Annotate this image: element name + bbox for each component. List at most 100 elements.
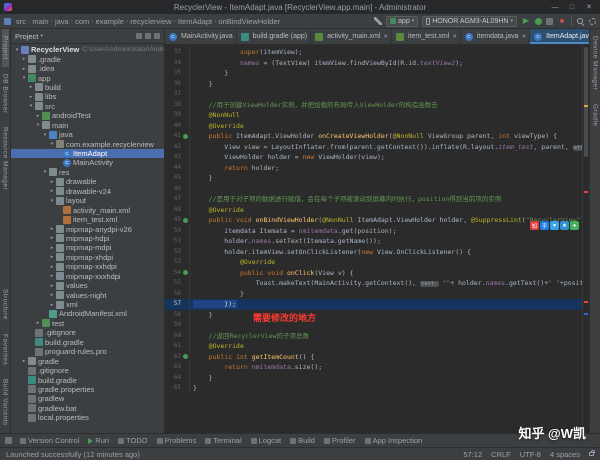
tree-item-gradle[interactable]: ▸gradle bbox=[11, 356, 164, 365]
line-number[interactable]: 38 bbox=[165, 100, 181, 111]
tree-collapse-icon[interactable]: ▾ bbox=[14, 47, 20, 53]
code-line[interactable]: 44 return holder; bbox=[165, 163, 582, 174]
line-number[interactable]: 58 bbox=[165, 310, 181, 321]
line-number[interactable]: 40 bbox=[165, 121, 181, 132]
override-gutter-icon[interactable] bbox=[183, 218, 188, 223]
tree-collapse-icon[interactable]: ▾ bbox=[49, 141, 55, 147]
editor-scrollbar[interactable] bbox=[582, 45, 589, 433]
tool-button-terminal[interactable]: Terminal bbox=[205, 436, 241, 445]
tool-button-todo[interactable]: TODO bbox=[118, 436, 148, 445]
tree-collapse-icon[interactable]: ▾ bbox=[21, 75, 27, 81]
breadcrumb-item-src[interactable]: src bbox=[15, 17, 27, 26]
tree-expand-icon[interactable]: ▸ bbox=[49, 226, 55, 232]
line-number[interactable]: 57 bbox=[165, 299, 181, 310]
tree-item-mipmap-anydpi-v26[interactable]: ▸mipmap-anydpi-v26 bbox=[11, 224, 164, 233]
line-number[interactable]: 45 bbox=[165, 173, 181, 184]
tab-build-gradle-app[interactable]: build.gradle (app) bbox=[237, 29, 311, 44]
collapse-all-icon[interactable] bbox=[145, 33, 151, 39]
code-line[interactable]: 43 ViewHolder holder = new ViewHolder(vi… bbox=[165, 152, 582, 163]
tree-item-mipmap-xxxhdpi[interactable]: ▸mipmap-xxxhdpi bbox=[11, 272, 164, 281]
locate-file-icon[interactable] bbox=[136, 33, 142, 39]
tree-item-gradle-properties[interactable]: gradle.properties bbox=[11, 385, 164, 394]
code-line[interactable]: 65} bbox=[165, 383, 582, 394]
tree-item-local-properties[interactable]: local.properties bbox=[11, 413, 164, 422]
code-line[interactable]: 62 public int getItemCount() { bbox=[165, 352, 582, 363]
tree-item-drawable[interactable]: ▸drawable bbox=[11, 177, 164, 186]
tool-button-version-control[interactable]: Version Control bbox=[20, 436, 79, 445]
line-number[interactable]: 36 bbox=[165, 79, 181, 90]
tree-item-item-test-xml[interactable]: item_test.xml bbox=[11, 215, 164, 224]
tree-item-libs[interactable]: ▸libs bbox=[11, 92, 164, 101]
tree-item-layout[interactable]: ▾layout bbox=[11, 196, 164, 205]
tree-item-values-night[interactable]: ▸values-night bbox=[11, 290, 164, 299]
scrollbar-thumb[interactable] bbox=[584, 47, 588, 157]
tree-item-values[interactable]: ▸values bbox=[11, 281, 164, 290]
tree-expand-icon[interactable]: ▸ bbox=[28, 84, 34, 90]
tree-expand-icon[interactable]: ▸ bbox=[49, 188, 55, 194]
toolwindow-toggle-icon[interactable] bbox=[5, 437, 12, 444]
code-line[interactable]: 46 bbox=[165, 184, 582, 195]
override-gutter-icon[interactable] bbox=[183, 354, 188, 359]
code-line[interactable]: 41 public ItemAdapt.ViewHolder onCreateV… bbox=[165, 131, 582, 142]
run-config-selector[interactable]: app ▾ bbox=[386, 16, 418, 27]
tool-strip-item-project[interactable]: Project bbox=[2, 29, 9, 67]
code-line[interactable]: 52 holder.itemView.setOnClickListener(ne… bbox=[165, 247, 582, 258]
build-hammer-icon[interactable] bbox=[374, 17, 382, 25]
line-number[interactable]: 39 bbox=[165, 110, 181, 121]
tree-expand-icon[interactable]: ▸ bbox=[49, 264, 55, 270]
line-number[interactable]: 55 bbox=[165, 278, 181, 289]
code-line[interactable]: 49 public void onBindViewHolder(@NonNull… bbox=[165, 215, 582, 226]
project-panel-title[interactable]: Project bbox=[15, 32, 38, 41]
tree-item-xml[interactable]: ▸xml bbox=[11, 300, 164, 309]
code-line[interactable]: 61 @Override bbox=[165, 341, 582, 352]
code-line[interactable]: 63 return nmitemdata.size(); bbox=[165, 362, 582, 373]
tree-item-main[interactable]: ▾main bbox=[11, 121, 164, 130]
close-icon[interactable]: ✕ bbox=[452, 34, 457, 40]
code-line[interactable]: 40 @Override bbox=[165, 121, 582, 132]
lock-icon[interactable] bbox=[589, 452, 594, 456]
tree-expand-icon[interactable]: ▸ bbox=[49, 283, 55, 289]
tree-item-java[interactable]: ▾java bbox=[11, 130, 164, 139]
tool-strip-item-db-browser[interactable]: DB Browser bbox=[2, 67, 9, 121]
tree-item-mipmap-xhdpi[interactable]: ▸mipmap-xhdpi bbox=[11, 253, 164, 262]
tool-strip-item-resource-manager[interactable]: Resource Manager bbox=[2, 120, 9, 197]
minimize-button[interactable]: — bbox=[548, 2, 562, 13]
line-number[interactable]: 61 bbox=[165, 341, 181, 352]
tool-strip-item-device-manager[interactable]: Device Manager bbox=[592, 29, 599, 97]
close-icon[interactable]: ✕ bbox=[383, 34, 388, 40]
tree-expand-icon[interactable]: ▸ bbox=[49, 254, 55, 260]
tree-expand-icon[interactable]: ▸ bbox=[49, 245, 55, 251]
tree-item-build-gradle[interactable]: build.gradle bbox=[11, 338, 164, 347]
tree-collapse-icon[interactable]: ▾ bbox=[35, 122, 41, 128]
tool-strip-item-build-variants[interactable]: Build Variants bbox=[2, 372, 9, 433]
line-number[interactable]: 41 bbox=[165, 131, 181, 142]
line-number[interactable]: 47 bbox=[165, 194, 181, 205]
code-line[interactable]: 35 } bbox=[165, 68, 582, 79]
line-number[interactable]: 33 bbox=[165, 47, 181, 58]
tree-item-gradlew-bat[interactable]: gradlew.bat bbox=[11, 404, 164, 413]
tree-item-androidmanifest-xml[interactable]: AndroidManifest.xml bbox=[11, 309, 164, 318]
tool-strip-item-structure[interactable]: Structure bbox=[2, 282, 9, 327]
breadcrumb-item-com[interactable]: com bbox=[74, 17, 90, 26]
tab-itemdata-java[interactable]: itemdata.java✕ bbox=[461, 29, 530, 44]
close-button[interactable]: ✕ bbox=[582, 2, 596, 13]
tree-item-com-example-recyclerview[interactable]: ▾com.example.recyclerview bbox=[11, 139, 164, 148]
tree-item-recyclerview[interactable]: ▾RecyclerViewC:\Users\Administrator\Andr… bbox=[11, 45, 164, 54]
code-line[interactable]: 39 @NonNull bbox=[165, 110, 582, 121]
code-line[interactable]: 57 }); bbox=[165, 299, 582, 310]
line-number[interactable]: 44 bbox=[165, 163, 181, 174]
settings-gear-icon[interactable] bbox=[589, 18, 596, 25]
line-number[interactable]: 50 bbox=[165, 226, 181, 237]
chevron-down-icon[interactable]: ▾ bbox=[40, 33, 43, 39]
line-number[interactable]: 51 bbox=[165, 236, 181, 247]
tool-button-profiler[interactable]: Profiler bbox=[324, 436, 356, 445]
tree-item-proguard-rules-pro[interactable]: proguard-rules.pro bbox=[11, 347, 164, 356]
line-number[interactable]: 46 bbox=[165, 184, 181, 195]
tree-expand-icon[interactable]: ▸ bbox=[49, 235, 55, 241]
tree-item-gitignore[interactable]: .gitignore bbox=[11, 328, 164, 337]
tool-strip-item-favorites[interactable]: Favorites bbox=[2, 327, 9, 372]
stop-button[interactable]: ■ bbox=[557, 16, 567, 26]
tree-item-test[interactable]: ▸test bbox=[11, 319, 164, 328]
encoding-indicator[interactable]: UTF-8 bbox=[520, 450, 541, 459]
code-line[interactable]: 54 public void onClick(View v) { bbox=[165, 268, 582, 279]
